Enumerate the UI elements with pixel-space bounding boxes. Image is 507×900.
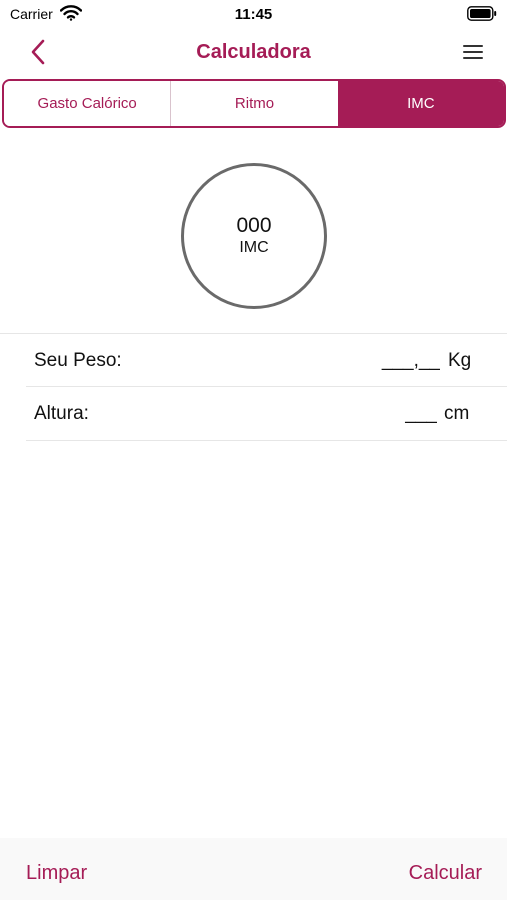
imc-result-circle: 000 IMC bbox=[181, 163, 327, 309]
status-bar: Carrier 11:45 bbox=[0, 0, 507, 28]
form-bottom-divider bbox=[26, 440, 507, 441]
navigation-bar: Calculadora bbox=[0, 28, 507, 76]
calculate-button[interactable]: Calcular bbox=[409, 862, 482, 885]
imc-label: IMC bbox=[239, 239, 269, 257]
status-time: 11:45 bbox=[234, 6, 273, 23]
weight-input[interactable] bbox=[340, 348, 440, 374]
imc-value: 000 bbox=[236, 213, 272, 237]
hamburger-menu-icon[interactable] bbox=[461, 42, 485, 62]
height-label: Altura: bbox=[34, 403, 89, 424]
tab-ritmo[interactable]: Ritmo bbox=[170, 81, 338, 126]
imc-calculator-screen: Carrier 11:45 Calculadora Gasto Calórico… bbox=[0, 0, 507, 900]
tab-imc[interactable]: IMC bbox=[337, 81, 504, 126]
height-row: Altura: cm bbox=[0, 387, 507, 439]
weight-row: Seu Peso: Kg bbox=[0, 334, 507, 386]
weight-label: Seu Peso: bbox=[34, 350, 122, 371]
page-title: Calculadora bbox=[196, 41, 311, 63]
height-unit: cm bbox=[444, 403, 470, 424]
calculator-tabs: Gasto Calórico Ritmo IMC bbox=[2, 79, 506, 128]
tab-gasto-calorico[interactable]: Gasto Calórico bbox=[4, 81, 171, 126]
clear-button[interactable]: Limpar bbox=[26, 862, 87, 885]
bottom-action-bar: Limpar Calcular bbox=[0, 838, 507, 900]
height-input[interactable] bbox=[365, 401, 437, 427]
weight-unit: Kg bbox=[448, 350, 472, 371]
battery-icon bbox=[467, 6, 497, 21]
